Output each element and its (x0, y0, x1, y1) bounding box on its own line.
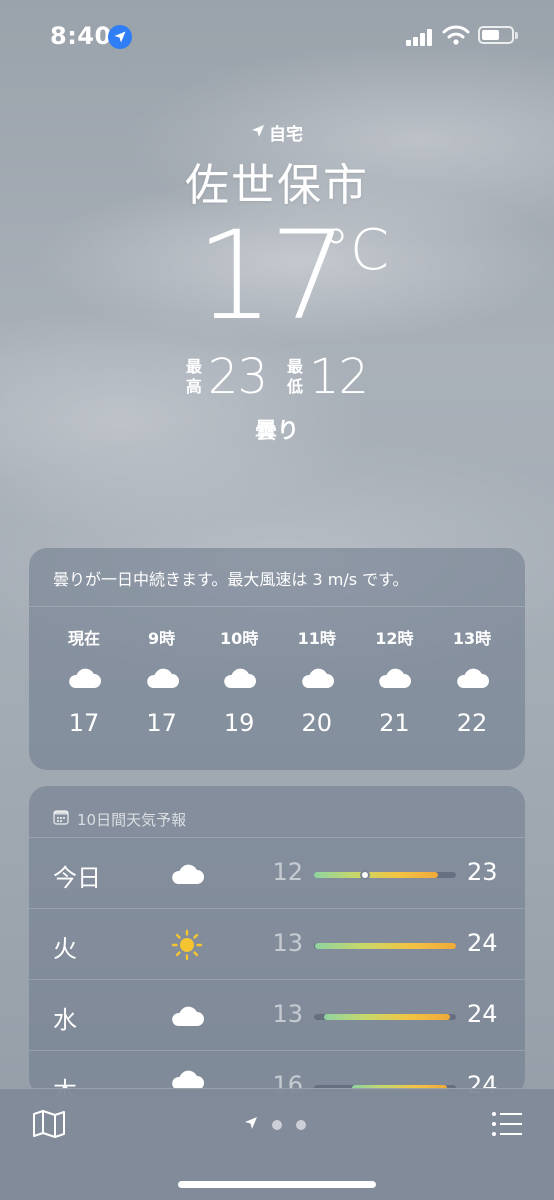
low-temp-block: 最 低 12 (287, 349, 369, 405)
location-services-icon (108, 25, 132, 49)
city-name: 佐世保市 (185, 160, 369, 211)
high-label-bottom: 高 (185, 377, 202, 396)
hour-item: 12時 21 (359, 625, 429, 737)
day-name: 今日 (53, 864, 101, 892)
day-row[interactable]: 火 13 24 (29, 909, 525, 980)
hour-temp: 21 (379, 709, 410, 737)
day-high-temp: 23 (467, 858, 498, 886)
hour-label: 12時 (375, 629, 414, 648)
day-low-temp: 13 (272, 929, 303, 957)
high-low-row: 最 高 23 最 低 12 (0, 349, 554, 405)
list-icon (490, 1112, 524, 1143)
temperature-unit: °C (322, 218, 390, 283)
hour-temp: 17 (146, 709, 177, 737)
cloud-icon (299, 657, 335, 699)
location-arrow-icon (244, 1115, 258, 1134)
ten-day-forecast-card[interactable]: 10日間天気予報 今日 12 23 火 13 24 水 13 24 木 16 2… (29, 786, 525, 1096)
low-label-top: 最 (287, 357, 304, 376)
cloud-icon (66, 657, 102, 699)
cloud-icon (167, 856, 207, 892)
hour-label: 10時 (220, 629, 259, 648)
hour-item: 10時 19 (204, 625, 274, 737)
current-temperature: 17 °C (0, 211, 554, 341)
home-location-row: 自宅 (0, 120, 554, 145)
day-high-temp: 24 (467, 929, 498, 957)
calendar-icon (53, 809, 69, 829)
temp-range-bar (314, 870, 456, 880)
hour-temp: 22 (456, 709, 488, 737)
cloud-icon (144, 657, 180, 699)
map-icon (32, 1110, 66, 1143)
temp-range-bar (314, 943, 456, 949)
hour-label: 11時 (297, 629, 336, 648)
day-row[interactable]: 今日 12 23 (29, 838, 525, 909)
weather-condition: 曇り (254, 419, 299, 444)
forecast-summary: 曇りが一日中続きます。最大風速は 3 m/s です。 (29, 548, 525, 607)
low-label-bottom: 低 (287, 377, 304, 396)
hour-item: 9時 17 (127, 625, 197, 737)
day-low-temp: 12 (272, 858, 303, 886)
temp-range-bar (314, 1014, 456, 1020)
day-high-temp: 24 (467, 1000, 498, 1028)
hour-temp: 19 (223, 709, 255, 737)
location-arrow-icon (251, 123, 265, 143)
ten-day-title: 10日間天気予報 (77, 810, 187, 829)
wifi-icon (442, 24, 470, 46)
hour-temp: 17 (68, 709, 100, 737)
temp-range-fill (315, 943, 456, 949)
hour-item: 13時 22 (437, 625, 507, 737)
battery-icon (478, 26, 518, 44)
ten-day-header: 10日間天気予報 (29, 786, 525, 838)
home-label: 自宅 (269, 125, 303, 145)
high-label-top: 最 (185, 357, 202, 376)
sun-icon (167, 927, 207, 963)
current-weather-header: 自宅 佐世保市 17 °C 最 高 23 最 低 12 曇り (0, 120, 554, 445)
high-temp-block: 最 高 23 (186, 349, 268, 405)
map-button[interactable] (32, 1109, 66, 1139)
hour-label: 現在 (67, 629, 100, 648)
page-dot (272, 1119, 282, 1130)
hour-label: 13時 (452, 629, 492, 648)
hourly-forecast-card[interactable]: 曇りが一日中続きます。最大風速は 3 m/s です。 現在 17 9時 17 1… (29, 548, 525, 770)
current-temp-marker (360, 870, 371, 880)
day-row[interactable]: 水 13 24 (29, 980, 525, 1051)
home-indicator[interactable] (178, 1181, 376, 1188)
hour-temp: 20 (301, 709, 333, 737)
hourly-list[interactable]: 現在 17 9時 17 10時 19 11時 20 12時 21 13時 22 (29, 607, 525, 737)
cloud-icon (167, 998, 207, 1034)
hour-item: 11時 20 (282, 625, 352, 737)
day-name: 水 (53, 1006, 77, 1034)
cloud-icon (221, 657, 257, 699)
page-dot (296, 1119, 306, 1130)
cloud-icon (454, 657, 490, 699)
cellular-signal-icon (406, 28, 434, 46)
bottom-toolbar (0, 1088, 554, 1200)
low-label: 最 低 (287, 357, 303, 397)
status-bar: 8:40 (0, 0, 554, 76)
day-low-temp: 13 (272, 1000, 303, 1028)
day-name: 火 (53, 935, 77, 963)
high-temp-value: 23 (207, 349, 268, 405)
city-list-button[interactable] (490, 1109, 524, 1139)
temp-range-fill (314, 872, 438, 878)
page-indicator[interactable] (244, 1115, 306, 1134)
hour-item: 現在 17 (49, 625, 119, 737)
low-temp-value: 12 (309, 349, 369, 405)
status-time: 8:40 (50, 22, 112, 50)
hour-label: 9時 (148, 629, 176, 648)
high-label: 最 高 (186, 357, 202, 397)
cloud-icon (376, 657, 412, 699)
temp-range-fill (323, 1014, 451, 1020)
